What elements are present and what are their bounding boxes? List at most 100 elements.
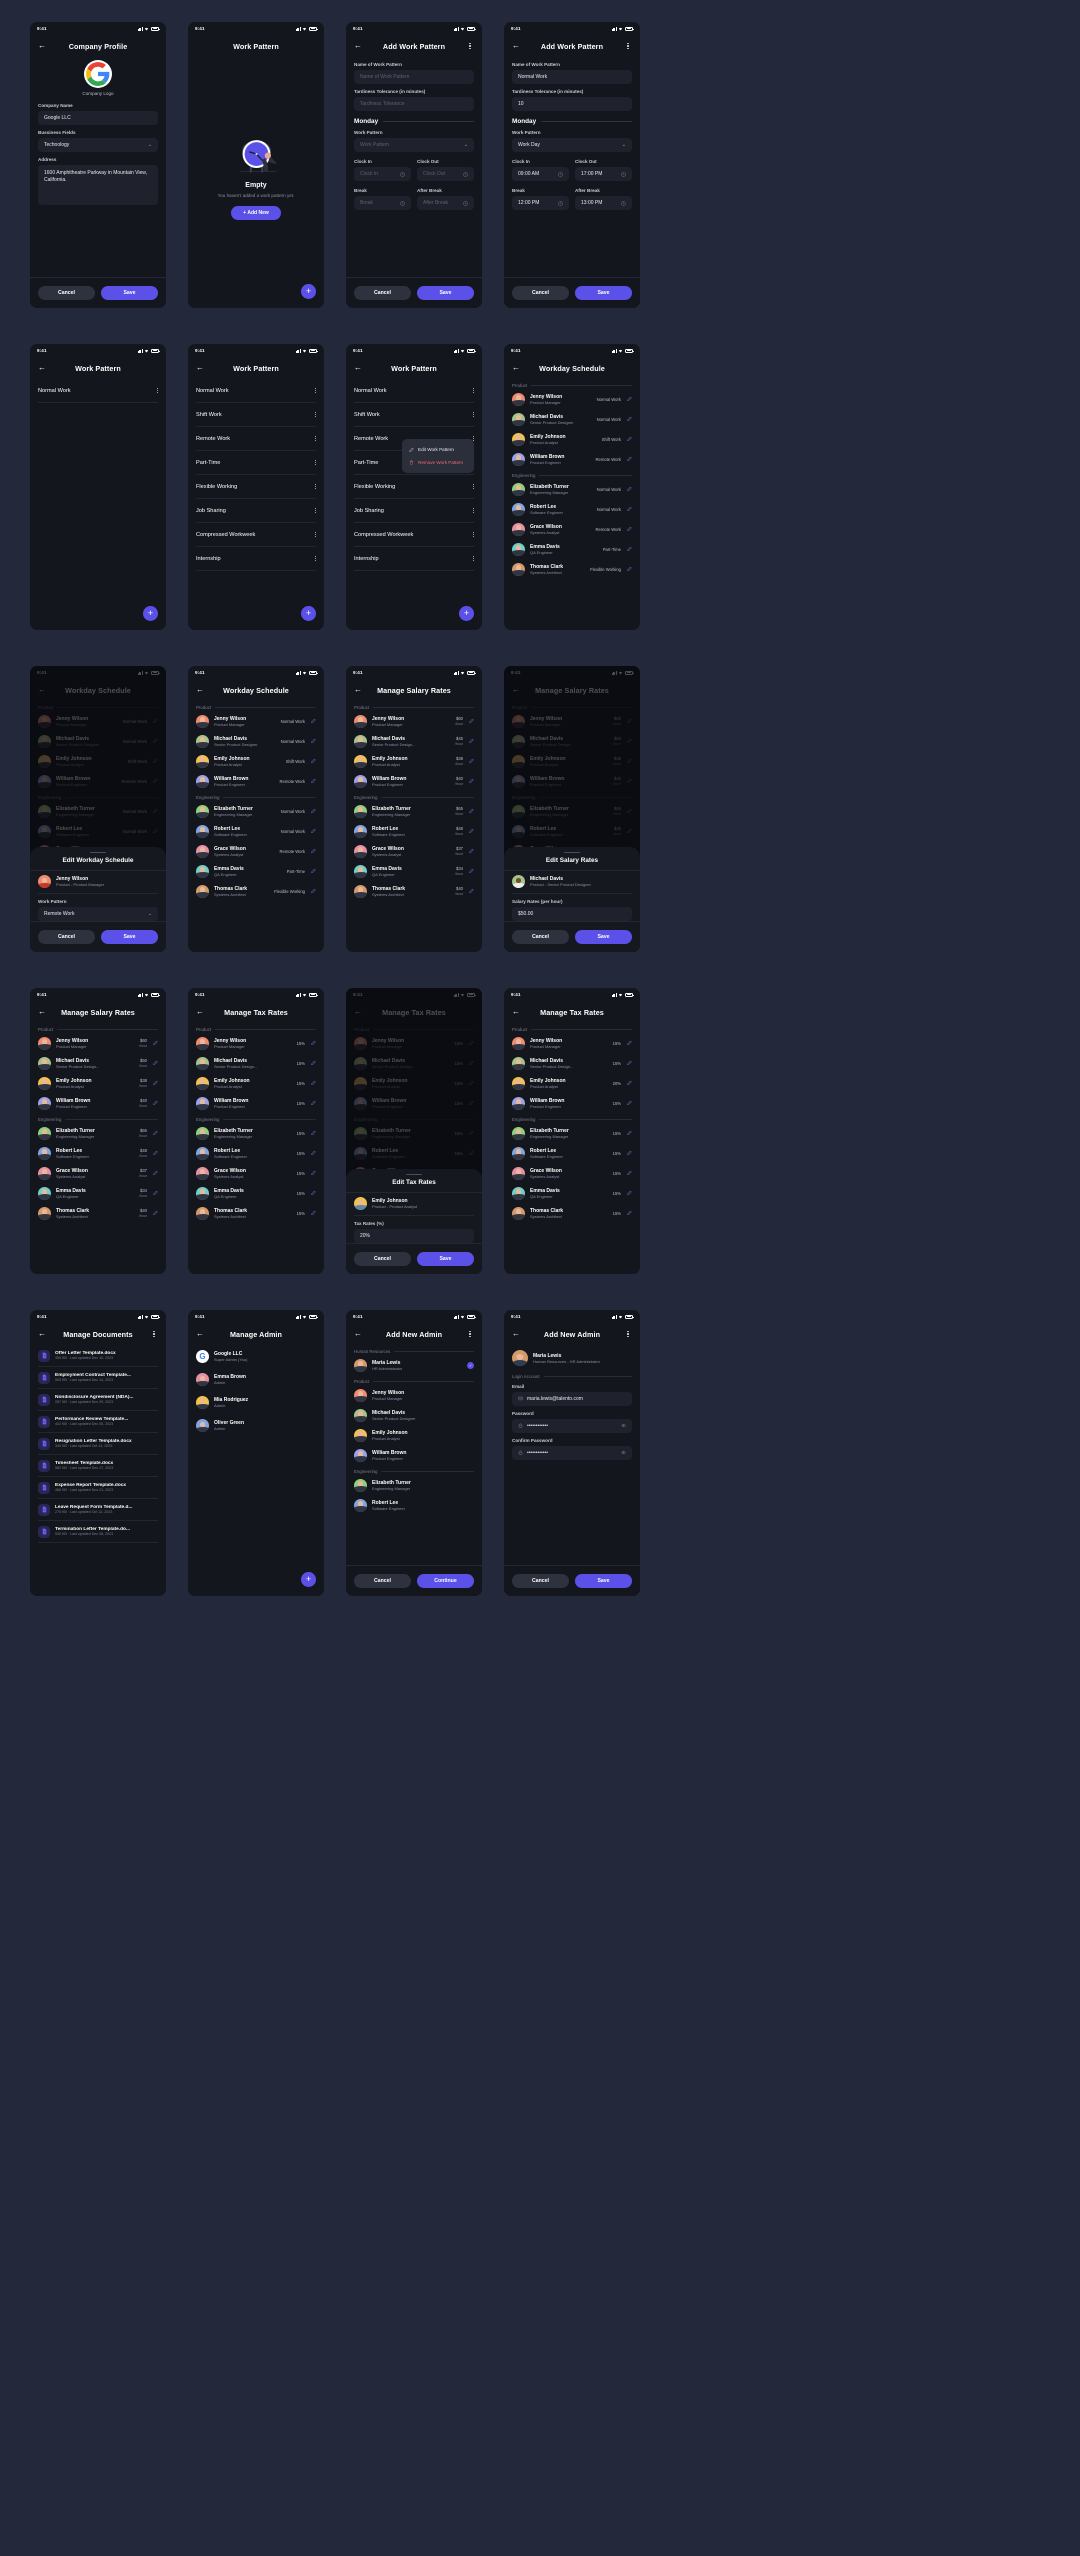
save-button[interactable]: Save	[417, 286, 474, 300]
more-vertical-icon[interactable]	[472, 507, 474, 514]
list-item[interactable]: Remote Work	[196, 427, 316, 451]
list-item[interactable]: Michael DavisSenior Product Design...15%	[512, 1053, 632, 1073]
list-item[interactable]: Maria Lewis HR Administrator ✓	[354, 1355, 474, 1375]
cancel-button[interactable]: Cancel	[354, 286, 411, 300]
back-icon[interactable]: ←	[354, 364, 362, 372]
list-item[interactable]: Thomas ClarkSystems Architect15%	[196, 1203, 316, 1223]
more-vertical-icon[interactable]	[466, 43, 474, 49]
list-item[interactable]: Emily JohnsonProduct AnalystShift Work	[196, 751, 316, 771]
pencil-icon[interactable]	[310, 828, 316, 835]
pencil-icon[interactable]	[626, 526, 632, 533]
tax-list[interactable]: Product Jenny Wilson Product Manager 15% Mic…	[188, 1023, 324, 1274]
clockout-input[interactable]: Clock Out	[417, 167, 474, 181]
list-item[interactable]: Michael Davis Senior Product Design... $45…	[354, 731, 474, 751]
list-item[interactable]: William Brown Product Engineer	[354, 1445, 474, 1465]
more-vertical-icon[interactable]	[624, 1331, 632, 1337]
list-item[interactable]: Emily Johnson Product Analyst 20%	[512, 1073, 632, 1093]
list-item[interactable]: Jenny Wilson Product Manager	[354, 1385, 474, 1405]
more-vertical-icon[interactable]	[314, 483, 316, 490]
list-item[interactable]: Thomas ClarkSystems ArchitectFlexible Wo…	[512, 559, 632, 579]
list-item[interactable]: Compressed Workweek	[196, 523, 316, 547]
save-button[interactable]: Save	[417, 1252, 474, 1266]
list-item[interactable]: Employment Contract Template... 500 KB · …	[38, 1367, 158, 1389]
pencil-icon[interactable]	[468, 808, 474, 815]
list-item[interactable]: Elizabeth TurnerEngineering Manager15%	[512, 1123, 632, 1143]
list-item[interactable]: Michael DavisSenior Product DesignerNorm…	[512, 409, 632, 429]
more-vertical-icon[interactable]	[314, 435, 316, 442]
cancel-button[interactable]: Cancel	[512, 1574, 569, 1588]
list-item[interactable]: G Google LLC Super Admin (You)	[196, 1345, 316, 1368]
pencil-icon[interactable]	[310, 848, 316, 855]
fab-add-button[interactable]: +	[459, 606, 474, 621]
tardiness-input[interactable]: 10	[512, 97, 632, 111]
list-item[interactable]: Emma DavisQA Engineer15%	[512, 1183, 632, 1203]
more-vertical-icon[interactable]	[156, 387, 158, 394]
more-vertical-icon[interactable]	[466, 1331, 474, 1337]
break-input[interactable]: Break	[354, 196, 411, 210]
afterbreak-input[interactable]: After Break	[417, 196, 474, 210]
pencil-icon[interactable]	[626, 546, 632, 553]
pencil-icon[interactable]	[626, 1150, 632, 1157]
save-button[interactable]: Save	[575, 1574, 632, 1588]
list-item[interactable]: Compressed Workweek	[354, 523, 474, 547]
list-item[interactable]: Mia Rodriguez Admin	[196, 1391, 316, 1414]
pencil-icon[interactable]	[152, 1170, 158, 1177]
clockin-input[interactable]: Clock In	[354, 167, 411, 181]
pencil-icon[interactable]	[626, 1190, 632, 1197]
clockout-input[interactable]: 17:00 PM	[575, 167, 632, 181]
list-item[interactable]: Expense Report Template.docx 466 KB · Las…	[38, 1477, 158, 1499]
menu-item-remove[interactable]: Remove Work Pattern	[402, 456, 474, 469]
list-item[interactable]: Offer Letter Template.docx 350 KB · Last …	[38, 1345, 158, 1367]
pencil-icon[interactable]	[152, 1150, 158, 1157]
list-item[interactable]: William BrownProduct Engineer$40/hour	[354, 771, 474, 791]
pencil-icon[interactable]	[626, 1130, 632, 1137]
list-item[interactable]: Normal Work	[38, 379, 158, 403]
list-item[interactable]: Termination Letter Template.do... 530 KB …	[38, 1521, 158, 1543]
sheet-handle[interactable]	[564, 851, 580, 854]
list-item[interactable]: Emma Brown Admin	[196, 1368, 316, 1391]
list-item[interactable]: Jenny WilsonProduct Manager15%	[196, 1033, 316, 1053]
pencil-icon[interactable]	[310, 718, 316, 725]
fab-add-button[interactable]: +	[301, 606, 316, 621]
pencil-icon[interactable]	[468, 718, 474, 725]
pencil-icon[interactable]	[310, 1170, 316, 1177]
list-item[interactable]: Emily JohnsonProduct Analyst15%	[196, 1073, 316, 1093]
back-icon[interactable]: ←	[196, 686, 204, 694]
list-item[interactable]: Nondisclosure Agreement (NDA)... 287 KB ·…	[38, 1389, 158, 1411]
pencil-icon[interactable]	[152, 1100, 158, 1107]
pencil-icon[interactable]	[310, 1060, 316, 1067]
pencil-icon[interactable]	[468, 778, 474, 785]
company-logo[interactable]	[84, 60, 112, 88]
back-icon[interactable]: ←	[38, 364, 46, 372]
list-item[interactable]: William BrownProduct Engineer15%	[196, 1093, 316, 1113]
email-field[interactable]: maria.lewis@talento.com	[512, 1391, 632, 1406]
business-fields-select[interactable]: Technology ⌄	[38, 138, 158, 152]
list-item[interactable]: Elizabeth TurnerEngineering ManagerNorma…	[512, 479, 632, 499]
pencil-icon[interactable]	[152, 1190, 158, 1197]
list-item[interactable]: Elizabeth TurnerEngineering ManagerNorma…	[196, 801, 316, 821]
more-vertical-icon[interactable]	[150, 1331, 158, 1337]
more-vertical-icon[interactable]	[314, 411, 316, 418]
pencil-icon[interactable]	[310, 808, 316, 815]
pencil-icon[interactable]	[152, 1040, 158, 1047]
pencil-icon[interactable]	[468, 868, 474, 875]
list-item[interactable]: Internship	[354, 547, 474, 571]
pencil-icon[interactable]	[626, 1080, 632, 1087]
pencil-icon[interactable]	[310, 1040, 316, 1047]
list-item[interactable]: Normal Work	[196, 379, 316, 403]
pencil-icon[interactable]	[310, 1100, 316, 1107]
tardiness-input[interactable]: Tardiness Tolerance	[354, 97, 474, 111]
list-item[interactable]: Robert LeeSoftware Engineer$48/hour	[38, 1143, 158, 1163]
add-new-button[interactable]: + Add New	[231, 205, 281, 220]
cancel-button[interactable]: Cancel	[354, 1574, 411, 1588]
list-item[interactable]: Timesheet Template.docx 582 KB · Last upd…	[38, 1455, 158, 1477]
cancel-button[interactable]: Cancel	[38, 930, 95, 944]
list-item[interactable]: Oliver Green Admin	[196, 1414, 316, 1437]
list-item[interactable]: Thomas ClarkSystems Architect$40/hour	[38, 1203, 158, 1223]
pencil-icon[interactable]	[310, 1190, 316, 1197]
more-vertical-icon[interactable]	[624, 43, 632, 49]
cancel-button[interactable]: Cancel	[38, 286, 95, 300]
list-item[interactable]: Performance Review Template... 402 KB · L…	[38, 1411, 158, 1433]
list-item[interactable]: Elizabeth TurnerEngineering Manager$65/h…	[38, 1123, 158, 1143]
fab-add-button[interactable]: +	[301, 284, 316, 299]
